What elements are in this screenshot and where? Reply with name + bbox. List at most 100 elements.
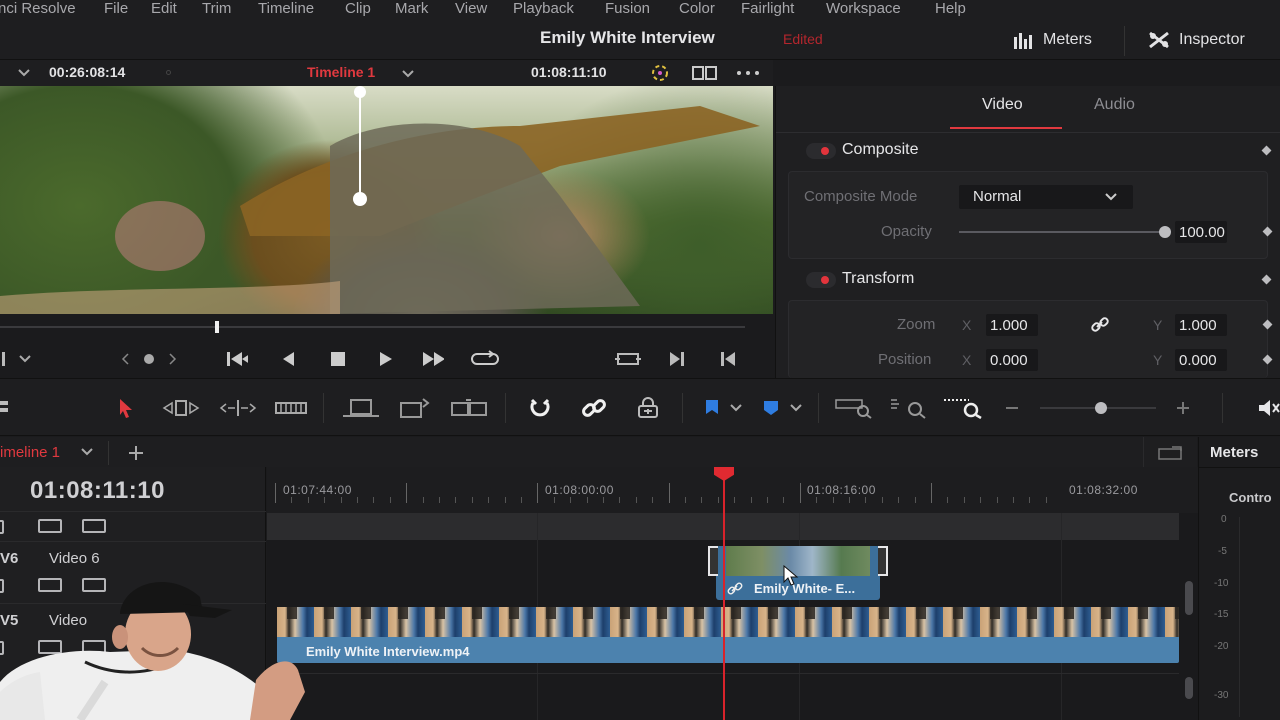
timeline-scrollbar-lower[interactable] — [1185, 677, 1193, 699]
timeline-area[interactable]: 01:07:44:00 01:08:00:00 01:08:16:00 01:0… — [267, 467, 1198, 720]
lock-track-icon[interactable] — [0, 520, 4, 534]
menu-playback[interactable]: Playback — [513, 0, 574, 18]
timeline-clip-v5[interactable]: Emily White Interview.mp4 — [277, 607, 1179, 663]
chevron-down-icon[interactable] — [17, 68, 31, 78]
ruler-tick — [439, 497, 440, 503]
menu-color[interactable]: Color — [679, 0, 715, 18]
speaker-icon[interactable] — [1258, 399, 1280, 417]
zoom-custom-button[interactable] — [943, 396, 983, 420]
menu-trim[interactable]: Trim — [202, 0, 231, 18]
jog-control-icon[interactable] — [120, 351, 180, 367]
opacity-value[interactable]: 100.00 — [1175, 221, 1227, 243]
play-button[interactable] — [375, 348, 397, 370]
zoom-full-button[interactable] — [835, 396, 873, 420]
tab-video[interactable]: Video — [982, 96, 1023, 114]
transform-section-header[interactable]: Transform — [786, 263, 1280, 297]
composite-toggle[interactable] — [806, 143, 836, 159]
flag-button[interactable] — [697, 396, 727, 420]
trim-tool-button[interactable] — [160, 396, 202, 420]
zoom-detail-button[interactable] — [889, 396, 927, 420]
opacity-slider-knob[interactable] — [1159, 226, 1171, 238]
timeline-scrollbar[interactable] — [1185, 581, 1193, 615]
inspector-button[interactable]: Inspector — [1147, 27, 1245, 53]
snapping-button[interactable] — [525, 396, 555, 420]
menu-fusion[interactable]: Fusion — [605, 0, 650, 18]
timeline-view-options[interactable] — [1143, 437, 1197, 467]
first-frame-button[interactable] — [226, 348, 248, 370]
zoom-slider-knob[interactable] — [1095, 402, 1107, 414]
clip-trim-handle-right[interactable] — [878, 546, 888, 576]
zoom-out-icon[interactable] — [1006, 406, 1018, 410]
menu-help[interactable]: Help — [935, 0, 966, 18]
meters-button[interactable]: Meters — [1013, 27, 1092, 53]
opacity-slider[interactable] — [959, 226, 1171, 238]
menu-file[interactable]: File — [104, 0, 128, 18]
play-reverse-button[interactable] — [277, 348, 299, 370]
ruler-tick — [635, 497, 637, 503]
menu-mark[interactable]: Mark — [395, 0, 428, 18]
zoom-x-value[interactable]: 1.000 — [986, 314, 1038, 336]
blade-tool-button[interactable] — [274, 396, 308, 420]
link-icon[interactable] — [1091, 317, 1109, 333]
timeline-tab-chevron-icon[interactable] — [80, 448, 94, 457]
last-frame-button[interactable] — [422, 348, 444, 370]
timeline-chevron-icon[interactable] — [401, 69, 415, 79]
ruler-timecode: 01:08:32:00 — [1069, 483, 1138, 497]
viewer-frame[interactable] — [0, 86, 773, 314]
dynamic-trim-button[interactable] — [218, 396, 258, 420]
transform-toggle[interactable] — [806, 272, 836, 288]
auto-select-icon[interactable] — [38, 519, 62, 533]
menu-app[interactable]: nci Resolve — [0, 0, 76, 18]
timeline-tab[interactable]: imeline 1 — [0, 444, 60, 461]
match-frame-button[interactable] — [614, 348, 642, 370]
insert-clip-button[interactable] — [341, 396, 381, 420]
jog-dropdown-icon[interactable] — [2, 352, 32, 366]
add-timeline-icon[interactable] — [128, 445, 144, 461]
position-y-value[interactable]: 0.000 — [1175, 349, 1227, 371]
prev-edit-button[interactable] — [717, 348, 739, 370]
overwrite-clip-button[interactable] — [397, 396, 431, 420]
menu-clip[interactable]: Clip — [345, 0, 371, 18]
timeline-name[interactable]: Timeline 1 — [307, 64, 375, 80]
clip-trim-handle-left[interactable] — [708, 546, 718, 576]
stop-button[interactable] — [327, 348, 349, 370]
zoom-in-icon[interactable] — [1177, 402, 1189, 414]
zoom-keyframe-icon[interactable] — [1262, 319, 1273, 330]
menu-fairlight[interactable]: Fairlight — [741, 0, 794, 18]
transform-handle-top[interactable] — [354, 86, 366, 98]
menu-edit[interactable]: Edit — [151, 0, 177, 18]
scrub-playhead[interactable] — [215, 321, 219, 333]
transform-keyframe-icon[interactable] — [1261, 274, 1272, 285]
menu-timeline[interactable]: Timeline — [258, 0, 314, 18]
marker-button[interactable] — [756, 396, 786, 420]
dual-viewer-icon[interactable] — [692, 65, 718, 81]
composite-mode-select[interactable]: Normal — [959, 185, 1133, 209]
flag-dropdown-icon[interactable] — [729, 404, 743, 413]
position-lock-button[interactable] — [633, 396, 663, 420]
playhead-line[interactable] — [723, 467, 725, 720]
linked-selection-button[interactable] — [579, 396, 609, 420]
position-x-value[interactable]: 0.000 — [986, 349, 1038, 371]
menu-view[interactable]: View — [455, 0, 487, 18]
replace-clip-button[interactable] — [449, 396, 489, 420]
transform-handle-center[interactable] — [353, 192, 367, 206]
more-options-icon[interactable] — [736, 69, 762, 77]
menu-workspace[interactable]: Workspace — [826, 0, 901, 18]
timeline-zoom-slider[interactable] — [1040, 402, 1156, 414]
color-wheel-icon[interactable] — [648, 63, 672, 83]
transport-controls — [0, 340, 773, 378]
opacity-keyframe-icon[interactable] — [1262, 226, 1273, 237]
panel-handle-icon[interactable] — [0, 401, 10, 415]
tab-audio[interactable]: Audio — [1094, 96, 1135, 114]
composite-section-header[interactable]: Composite — [786, 134, 1280, 168]
viewer-scrubber[interactable] — [0, 314, 773, 340]
position-keyframe-icon[interactable] — [1262, 354, 1273, 365]
position-y-axis: Y — [1153, 352, 1163, 368]
selection-tool-button[interactable] — [111, 396, 141, 420]
next-edit-button[interactable] — [666, 348, 688, 370]
marker-dropdown-icon[interactable] — [789, 404, 803, 413]
loop-button[interactable] — [470, 348, 500, 370]
zoom-y-value[interactable]: 1.000 — [1175, 314, 1227, 336]
composite-keyframe-icon[interactable] — [1261, 145, 1272, 156]
track-enable-icon[interactable] — [82, 519, 106, 533]
